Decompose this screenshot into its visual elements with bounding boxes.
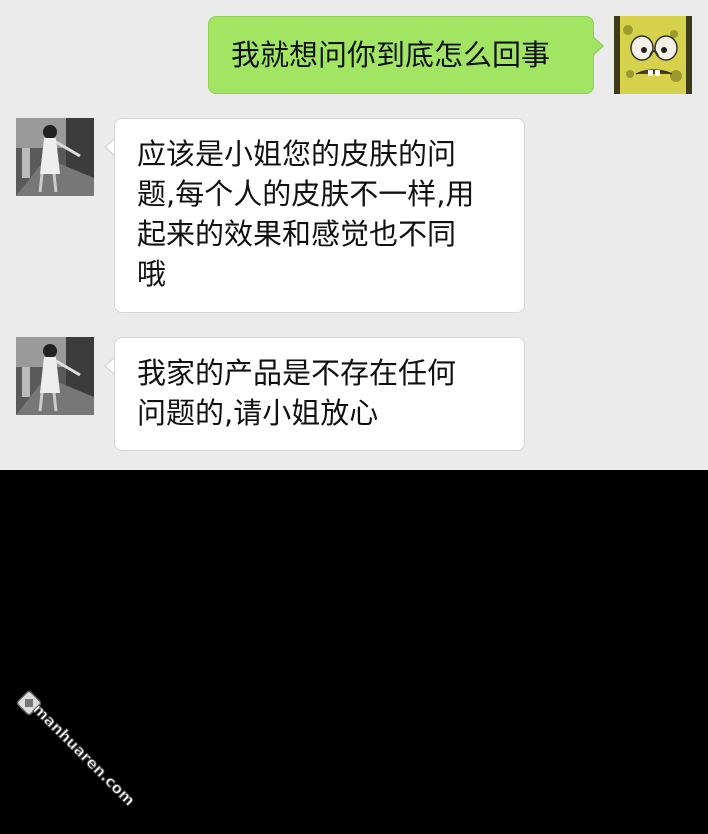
sent-message-bubble[interactable]: 我就想问你到底怎么回事	[208, 16, 594, 94]
message-line: 题,每个人的皮肤不一样,用	[137, 177, 475, 211]
message-line: 哦	[137, 257, 167, 291]
watermark: manhuaren.com	[12, 690, 172, 830]
message-line: 起来的效果和感觉也不同	[137, 217, 457, 251]
chat-history: 我就想问你到底怎么回事 应该是小姐您的皮肤的问 题,每个人的皮肤不一样,用 起来…	[0, 0, 708, 470]
message-line: 问题的,请小姐放心	[137, 396, 379, 430]
contact-avatar-icon[interactable]	[16, 337, 94, 415]
received-message-bubble[interactable]: 我家的产品是不存在任何 问题的,请小姐放心	[114, 337, 525, 451]
message-line: 应该是小姐您的皮肤的问	[137, 137, 457, 171]
watermark-text: manhuaren.com	[29, 700, 138, 809]
message-text: 我就想问你到底怎么回事	[231, 38, 551, 72]
received-message-bubble[interactable]: 应该是小姐您的皮肤的问 题,每个人的皮肤不一样,用 起来的效果和感觉也不同 哦	[114, 118, 525, 313]
spongebob-avatar-icon[interactable]	[614, 16, 692, 94]
bubble-tail	[593, 38, 602, 54]
contact-avatar-icon[interactable]	[16, 118, 94, 196]
message-line: 我家的产品是不存在任何	[137, 356, 457, 390]
